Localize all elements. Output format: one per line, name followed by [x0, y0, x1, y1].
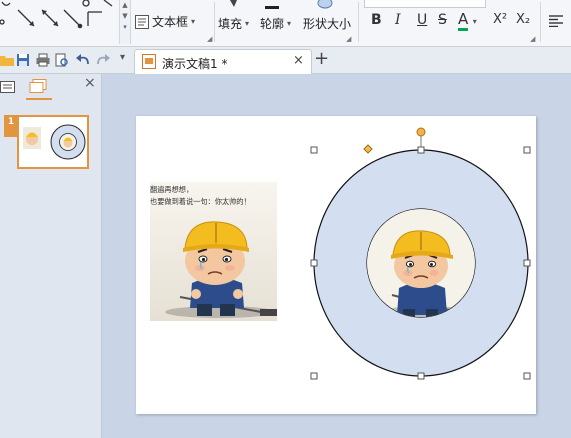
new-tab-button[interactable]: +	[314, 48, 329, 69]
group-launcher-icon[interactable]: ◢	[530, 35, 535, 43]
slide-thumbnail[interactable]	[17, 115, 89, 169]
active-tab-underline	[26, 98, 52, 100]
quick-access-dropdown-icon[interactable]: ▾	[120, 52, 125, 63]
presentation-file-icon	[142, 54, 156, 69]
save-icon[interactable]	[16, 53, 30, 67]
dropdown-arrow-icon: ▾	[191, 17, 196, 26]
print-icon[interactable]	[36, 53, 50, 67]
textbox-button[interactable]: 文本框 ▾	[135, 13, 195, 30]
slide-number-badge: 1	[4, 115, 18, 137]
font-color-button[interactable]: A ▾	[458, 10, 477, 31]
divider	[358, 2, 359, 42]
outline-label: 轮廓	[260, 17, 285, 31]
divider	[540, 2, 541, 42]
align-left-icon[interactable]	[549, 15, 563, 27]
ribbon-toolbar: ▲ ▼ ▾ 文本框 ▾ ◢ 填充 ▾ 轮廓 ▾ 形状大小 ◢ B I U S A…	[0, 0, 571, 47]
shape-effect-label: 形状大小	[303, 17, 352, 31]
slide-thumbnail-panel: × 1	[0, 74, 102, 438]
open-folder-icon[interactable]	[0, 53, 14, 67]
expand-icon[interactable]: ▾	[120, 22, 130, 33]
redo-icon[interactable]	[96, 53, 110, 67]
gallery-scroll[interactable]: ▲ ▼ ▾	[119, 0, 131, 44]
close-panel-icon[interactable]: ×	[84, 75, 96, 91]
subscript-button[interactable]: X₂	[516, 12, 530, 27]
group-launcher-icon[interactable]: ◢	[346, 35, 351, 43]
dropdown-arrow-icon: ▾	[245, 19, 250, 28]
outline-view-icon[interactable]	[0, 79, 20, 95]
superscript-button[interactable]: X²	[493, 12, 507, 27]
font-color-label: A	[458, 10, 469, 31]
photo-caption: 翻遍再想想， 也要做到着说一句：你太帅的！	[150, 185, 251, 206]
close-tab-icon[interactable]: ×	[293, 53, 304, 68]
font-name-box[interactable]	[364, 0, 486, 8]
print-preview-icon[interactable]	[55, 53, 69, 67]
adjust-handle-icon[interactable]	[363, 144, 373, 154]
thumbnail-preview	[23, 124, 86, 160]
chevron-up-icon[interactable]: ▲	[120, 0, 130, 11]
fill-bucket-icon	[230, 0, 237, 7]
slides-view-icon[interactable]	[28, 79, 48, 95]
dropdown-arrow-icon: ▾	[472, 17, 477, 26]
textbox-icon	[135, 14, 149, 29]
outline-button[interactable]: 轮廓 ▾	[260, 15, 291, 32]
shape-effect-button[interactable]: 形状大小	[303, 15, 351, 32]
group-launcher-icon[interactable]: ◢	[207, 35, 212, 43]
line-shapes-gallery[interactable]	[0, 0, 118, 36]
donut-shape[interactable]	[308, 125, 533, 383]
bold-button[interactable]: B	[371, 12, 382, 28]
rotate-handle-icon[interactable]	[416, 127, 426, 137]
fill-button[interactable]: 填充 ▾	[218, 15, 249, 32]
undo-icon[interactable]	[76, 53, 90, 67]
textbox-label: 文本框	[152, 15, 189, 29]
document-tabbar: ▾ 演示文稿1 * × +	[0, 47, 571, 74]
document-tab-title: 演示文稿1 *	[162, 57, 228, 71]
strikethrough-button[interactable]: S	[438, 12, 447, 28]
underline-button[interactable]: U	[417, 12, 427, 28]
fill-label: 填充	[218, 17, 243, 31]
divider	[214, 2, 215, 42]
outline-pen-icon	[265, 6, 279, 9]
document-tab[interactable]: 演示文稿1 * ×	[134, 49, 312, 74]
italic-button[interactable]: I	[395, 12, 401, 28]
chevron-down-icon[interactable]: ▼	[120, 11, 130, 22]
dropdown-arrow-icon: ▾	[287, 19, 292, 28]
shape-effect-icon	[317, 0, 333, 9]
